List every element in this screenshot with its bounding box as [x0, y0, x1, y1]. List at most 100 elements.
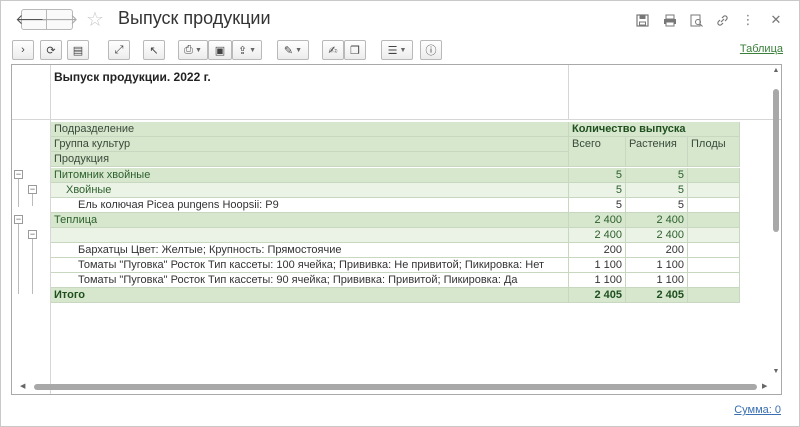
table-row[interactable]: Ель колючая Picea pungens Hoopsii: P9 5 5: [51, 198, 740, 213]
scroll-down-icon[interactable]: ▼: [771, 368, 781, 375]
table-row[interactable]: Хвойные 5 5: [51, 183, 740, 198]
title-bar: 🡐 🡒 ☆ Выпуск продукции ⋮ ✕: [1, 1, 799, 37]
table-row[interactable]: Томаты "Пуговка" Росток Тип кассеты: 90 …: [51, 273, 740, 288]
print-dropdown[interactable]: ⎙ ▼: [178, 40, 208, 60]
report-window: 🡐 🡒 ☆ Выпуск продукции ⋮ ✕ › ⟳ ▤ ⤢ ↖ ⎙ ▼ …: [0, 0, 800, 427]
caret-down-icon: ▼: [249, 46, 257, 54]
cell-fruits: [688, 168, 740, 183]
row-label: Хвойные: [51, 183, 569, 198]
total-row[interactable]: Итого 2 405 2 405: [51, 288, 740, 303]
copy-icon: ❐: [350, 44, 360, 57]
cell-plants: 1 100: [626, 258, 688, 273]
cell-plants: 2 400: [626, 213, 688, 228]
toolbar: › ⟳ ▤ ⤢ ↖ ⎙ ▼ ▣ ⇪ ▼ ✎ ▼ ✍ ❐ ☰ ▼ ⓘ: [1, 37, 799, 61]
cell-plants: 200: [626, 243, 688, 258]
vertical-scrollbar[interactable]: ▲ ▼: [771, 65, 781, 380]
table-row[interactable]: 2 400 2 400: [51, 228, 740, 243]
layout-dropdown[interactable]: ☰ ▼: [381, 40, 413, 60]
page-title: Выпуск продукции: [118, 8, 271, 28]
cursor-icon: ↖: [149, 44, 159, 57]
divider: [568, 65, 569, 120]
sum-link[interactable]: Сумма: 0: [734, 404, 781, 416]
print-icon[interactable]: [661, 11, 679, 29]
cell-total: 2 400: [569, 228, 626, 243]
link-icon[interactable]: [713, 11, 731, 29]
table-link[interactable]: Таблица: [740, 43, 783, 55]
cell-total: 200: [569, 243, 626, 258]
table-row[interactable]: Теплица 2 400 2 400: [51, 213, 740, 228]
cell-total: 5: [569, 198, 626, 213]
edit-button[interactable]: ✍: [322, 40, 344, 60]
row-label: Теплица: [51, 213, 569, 228]
more-icon[interactable]: ⋮: [739, 11, 757, 29]
scroll-right-icon[interactable]: ▶: [762, 382, 767, 390]
report-title: Выпуск продукции. 2022 г.: [54, 70, 211, 84]
cell-fruits: [688, 213, 740, 228]
collapse-toggle-icon[interactable]: −: [28, 230, 37, 239]
horizontal-scroll-thumb[interactable]: [34, 384, 757, 390]
forward-button[interactable]: 🡒: [41, 9, 78, 30]
info-icon: ⓘ: [425, 45, 437, 57]
cell-plants: 2 400: [626, 228, 688, 243]
table-row[interactable]: Питомник хвойные 5 5: [51, 168, 740, 183]
tree-line: [18, 222, 19, 294]
arrow-right-icon: 🡒: [40, 11, 79, 27]
header-quantity: Количество выпуска: [569, 122, 740, 137]
report-table: Выпуск продукции. 2022 г. Подразделение …: [11, 64, 782, 395]
fullscreen-button[interactable]: ⤢: [108, 40, 130, 60]
header-product: Продукция: [51, 152, 569, 167]
copy-button[interactable]: ❐: [344, 40, 366, 60]
collapse-toggle-icon[interactable]: −: [28, 185, 37, 194]
cell-plants: 5: [626, 183, 688, 198]
cell-total: 1 100: [569, 258, 626, 273]
collapse-toggle-icon[interactable]: −: [14, 215, 23, 224]
fullscreen-icon: ⤢: [114, 43, 124, 56]
info-button[interactable]: ⓘ: [420, 40, 442, 60]
export-dropdown[interactable]: ⇪ ▼: [232, 40, 262, 60]
tree-line: [18, 177, 19, 207]
save-icon[interactable]: [633, 11, 651, 29]
cell-fruits: [688, 273, 740, 288]
cell-total: 1 100: [569, 273, 626, 288]
collapse-toggle-icon[interactable]: −: [14, 170, 23, 179]
cell-plants: 2 405: [626, 288, 688, 303]
scroll-left-icon[interactable]: ◀: [20, 382, 25, 390]
brush-dropdown[interactable]: ✎ ▼: [277, 40, 309, 60]
expand-button[interactable]: ›: [12, 40, 34, 60]
table-row[interactable]: Томаты "Пуговка" Росток Тип кассеты: 100…: [51, 258, 740, 273]
cell-total: 5: [569, 168, 626, 183]
cell-total: 2 405: [569, 288, 626, 303]
divider: [12, 119, 781, 120]
close-icon[interactable]: ✕: [767, 11, 785, 29]
caret-down-icon: ▼: [194, 46, 202, 54]
cell-total: 2 400: [569, 213, 626, 228]
floppy-icon: ▣: [214, 44, 226, 57]
horizontal-scrollbar[interactable]: ◀ ▶: [12, 382, 772, 392]
refresh-icon: ⟳: [46, 44, 56, 57]
header-subdivision: Подразделение: [51, 122, 569, 137]
refresh-button[interactable]: ⟳: [40, 40, 62, 60]
scroll-up-icon[interactable]: ▲: [771, 67, 781, 74]
settings-button[interactable]: ▤: [67, 40, 89, 60]
cell-fruits: [688, 198, 740, 213]
table-row[interactable]: Бархатцы Цвет: Желтые; Крупность: Прямос…: [51, 243, 740, 258]
row-label: Бархатцы Цвет: Желтые; Крупность: Прямос…: [51, 243, 569, 258]
save-button[interactable]: ▣: [208, 40, 232, 60]
upload-icon: ⇪: [237, 44, 248, 57]
header-crop-group: Группа культур: [51, 137, 569, 152]
cell-fruits: [688, 258, 740, 273]
printer-icon: ⎙: [184, 43, 193, 56]
cell-plants: 5: [626, 198, 688, 213]
vertical-scroll-thumb[interactable]: [773, 89, 779, 232]
row-label: Питомник хвойные: [51, 168, 569, 183]
chevron-right-icon: ›: [21, 44, 25, 56]
cell-plants: 5: [626, 168, 688, 183]
edit-icon: ✍: [328, 44, 338, 57]
preview-icon[interactable]: [687, 11, 705, 29]
layout-icon: ☰: [387, 44, 398, 57]
select-button[interactable]: ↖: [143, 40, 165, 60]
cell-fruits: [688, 183, 740, 198]
row-label: Ель колючая Picea pungens Hoopsii: P9: [51, 198, 569, 213]
favorite-star-icon[interactable]: ☆: [86, 7, 104, 32]
header-row: Группа культур Всего Растения Плоды: [51, 137, 740, 167]
